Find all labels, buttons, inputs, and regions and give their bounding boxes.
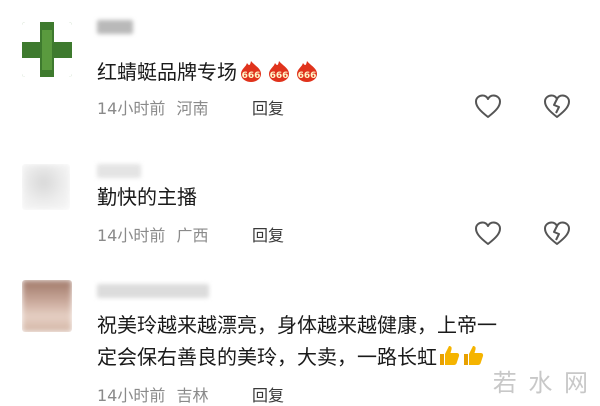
fire-666-icon: 666 — [293, 60, 321, 91]
comment-text-body: 定会保右善良的美玲，大卖，一路长虹 — [97, 345, 437, 369]
comment-location: 吉林 — [176, 386, 209, 405]
dislike-broken-heart-icon[interactable] — [543, 93, 571, 119]
dislike-broken-heart-icon[interactable] — [543, 220, 571, 246]
watermark: 若 水 网 — [492, 369, 590, 397]
comment-text: 勤快的主播 — [97, 185, 197, 209]
avatar[interactable] — [22, 164, 70, 210]
avatar[interactable] — [22, 22, 72, 77]
avatar[interactable] — [22, 280, 72, 332]
comment-meta: 14小时前 河南 — [97, 95, 208, 119]
comment-text: 红蜻蜓品牌专场 666 666 666 — [97, 57, 321, 91]
reply-button[interactable]: 回复 — [252, 95, 284, 119]
comment-location: 河南 — [176, 99, 209, 118]
svg-text:666: 666 — [270, 71, 289, 81]
comment-time: 14小时前 — [97, 99, 166, 118]
username-blurred[interactable] — [97, 164, 141, 178]
comment-time: 14小时前 — [97, 226, 166, 245]
svg-text:666: 666 — [298, 71, 317, 81]
like-heart-icon[interactable] — [474, 220, 502, 246]
comment-meta: 14小时前 吉林 — [97, 382, 208, 406]
thumbs-up-icon — [461, 343, 485, 376]
username-blurred[interactable] — [97, 284, 209, 298]
comment-location: 广西 — [176, 226, 209, 245]
fire-666-icon: 666 — [265, 60, 293, 91]
comment-time: 14小时前 — [97, 386, 166, 405]
comment-2: 勤快的主播 14小时前 广西 回复 — [0, 150, 600, 250]
svg-text:666: 666 — [242, 71, 261, 81]
comment-1: 红蜻蜓品牌专场 666 666 666 14小时前 河南 回复 — [0, 0, 600, 120]
comment-meta: 14小时前 广西 — [97, 222, 208, 246]
reply-button[interactable]: 回复 — [252, 382, 284, 406]
username-blurred[interactable] — [97, 20, 133, 34]
like-heart-icon[interactable] — [474, 93, 502, 119]
thumbs-up-icon — [437, 343, 461, 376]
comment-text-line-2: 定会保右善良的美玲，大卖，一路长虹 — [97, 342, 485, 376]
reply-button[interactable]: 回复 — [252, 222, 284, 246]
fire-666-icon: 666 — [237, 60, 265, 91]
comment-text-line-1: 祝美玲越来越漂亮，身体越来越健康，上帝一 — [97, 313, 497, 337]
comment-text-body: 红蜻蜓品牌专场 — [97, 60, 237, 84]
